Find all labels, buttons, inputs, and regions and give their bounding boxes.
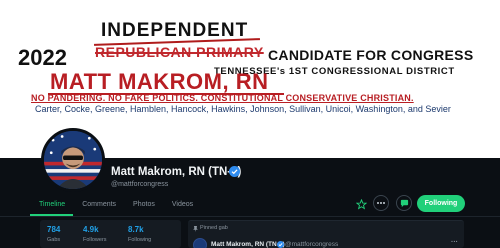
- post-avatar[interactable]: [193, 238, 207, 248]
- profile-stats: 784 Gabs 4.9k Followers 8.7k Following: [40, 220, 181, 248]
- banner-year: 2022: [18, 45, 67, 70]
- banner-name: MATT MAKROM, RN: [50, 69, 269, 94]
- tab-comments[interactable]: Comments: [73, 198, 124, 216]
- banner-counties: Carter, Cocke, Greene, Hamblen, Hancock,…: [35, 104, 451, 114]
- post-author-handle[interactable]: @mattforcongress: [285, 241, 338, 248]
- pinned-label: Pinned gab: [200, 225, 228, 231]
- tab-timeline[interactable]: Timeline: [30, 198, 74, 216]
- banner-tagline: NO PANDERING. NO FAKE POLITICS. CONSTITU…: [31, 93, 414, 103]
- post-author-name[interactable]: Matt Makrom, RN (TN-1): [211, 241, 285, 248]
- tabs-divider: [0, 216, 500, 217]
- pinned-post[interactable]: Pinned gab Matt Makrom, RN (TN-1) @mattf…: [188, 220, 464, 248]
- stat-value: 8.7k: [128, 225, 144, 234]
- stat-following[interactable]: 8.7k Following: [128, 225, 151, 243]
- avatar-image: [44, 131, 102, 189]
- verified-icon: [277, 241, 284, 248]
- tab-videos[interactable]: Videos: [163, 198, 201, 216]
- pin-icon: [193, 226, 198, 232]
- profile-tabs: Timeline Comments Photos Videos: [30, 198, 201, 216]
- stat-label: Following: [128, 237, 152, 243]
- avatar[interactable]: [41, 128, 105, 192]
- tab-photos[interactable]: Photos: [124, 198, 163, 216]
- verified-icon: [229, 166, 240, 177]
- banner-candidate-for: CANDIDATE FOR CONGRESS: [268, 47, 474, 63]
- following-button[interactable]: Following: [417, 195, 465, 212]
- star-icon[interactable]: [356, 199, 367, 210]
- stat-label: Gabs: [47, 237, 61, 243]
- username-handle: @mattforcongress: [111, 181, 169, 188]
- display-name: Matt Makrom, RN (TN-1): [111, 166, 242, 178]
- message-button[interactable]: [396, 195, 412, 211]
- stat-label: Followers: [83, 237, 107, 243]
- stat-gabs[interactable]: 784 Gabs: [47, 225, 60, 243]
- ellipsis-icon: [377, 202, 385, 204]
- banner-struck-text: REPUBLICAN PRIMARY: [95, 44, 264, 60]
- more-options-button[interactable]: [373, 195, 389, 211]
- chat-icon: [400, 199, 408, 207]
- post-more-icon[interactable]: ···: [451, 239, 458, 246]
- stat-followers[interactable]: 4.9k Followers: [83, 225, 107, 243]
- stat-value: 784: [47, 225, 61, 234]
- stat-value: 4.9k: [83, 225, 99, 234]
